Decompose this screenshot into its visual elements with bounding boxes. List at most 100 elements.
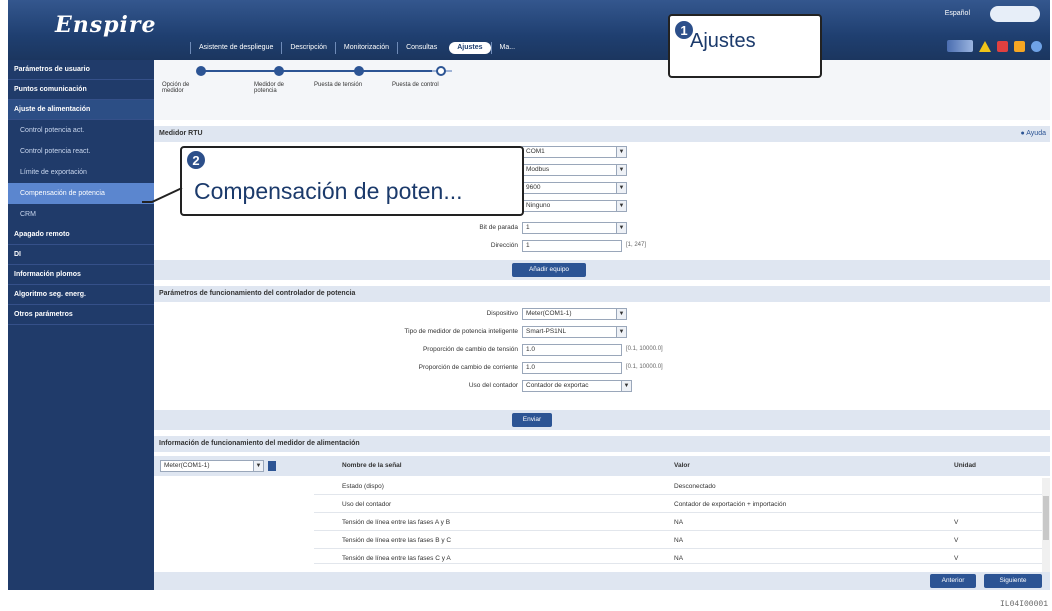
chevron-down-icon: ▼ — [616, 183, 626, 193]
submit-button[interactable]: Enviar — [512, 413, 552, 427]
language-select[interactable] — [990, 6, 1040, 22]
table-row: Tensión de línea entre las fases A y B N… — [314, 514, 1042, 531]
table-row: Estado (dispo) Desconectado — [314, 478, 1042, 495]
field-voltage-ratio-label: Proporción de cambio de tensión — [422, 346, 518, 353]
chevron-down-icon: ▼ — [616, 223, 626, 233]
callout-number-2: 2 — [186, 150, 206, 170]
field-port-select[interactable]: COM1 ▼ — [522, 146, 627, 158]
field-meter-type-label: Tipo de medidor de potencia inteligente — [404, 328, 518, 335]
step-dot-4[interactable] — [436, 66, 446, 76]
field-meter-type-value: Smart-PS1NL — [526, 328, 567, 335]
add-device-button[interactable]: Añadir equipo — [512, 263, 586, 277]
column-header-unit: Unidad — [954, 462, 977, 469]
field-address-label: Dirección — [490, 242, 518, 249]
callout-number-1: 1 — [674, 20, 694, 40]
field-protocol-select[interactable]: Modbus ▼ — [522, 164, 627, 176]
table-cell-unit: V — [954, 519, 959, 526]
table-cell-value: NA — [674, 537, 684, 544]
callout-power-compensation-text: Compensación de poten... — [194, 178, 463, 204]
meter-device-select[interactable]: Meter(COM1-1) ▼ — [160, 460, 264, 472]
field-baudrate-value: 9600 — [526, 184, 541, 191]
field-baudrate-select[interactable]: 9600 ▼ — [522, 182, 627, 194]
table-row: Uso del contador Contador de exportación… — [314, 496, 1042, 513]
callout-settings-text: Ajustes — [690, 30, 756, 52]
sidebar-item-active-power-control[interactable]: Control potencia act. — [8, 120, 154, 141]
section-meter-info-header: Información de funcionamiento del medido… — [154, 436, 1050, 452]
field-voltage-ratio-input[interactable]: 1.0 — [522, 344, 622, 356]
info-icon[interactable] — [1014, 40, 1025, 52]
column-header-signal: Nombre de la señal — [342, 462, 402, 469]
sidebar-item-reactive-power-control[interactable]: Control potencia react. — [8, 141, 154, 162]
stepper-line — [202, 70, 432, 72]
tab-overview[interactable]: Descripción — [281, 42, 335, 54]
section-rtu-title: Medidor RTU — [159, 130, 203, 137]
alarm-icon[interactable] — [997, 40, 1008, 52]
main-content: Opción de medidor Medidor de potencia Pu… — [154, 60, 1050, 590]
export-icon[interactable] — [268, 461, 276, 471]
sidebar-item-power-adjust[interactable]: Ajuste de alimentación — [8, 100, 154, 120]
table-cell-signal: Tensión de línea entre las fases B y C — [342, 537, 452, 544]
table-scrollbar-thumb[interactable] — [1043, 496, 1049, 540]
sidebar-item-remote-shutdown[interactable]: Apagado remoto — [8, 225, 154, 245]
tab-monitoring[interactable]: Monitorización — [334, 42, 397, 54]
section-controller-header: Parámetros de funcionamiento del control… — [154, 286, 1050, 302]
field-meter-usage-select[interactable]: Contador de exportac ▼ — [522, 380, 632, 392]
field-device-select[interactable]: Meter(COM1-1) ▼ — [522, 308, 627, 320]
tab-settings[interactable]: Ajustes — [449, 42, 491, 54]
sidebar-item-di[interactable]: DI — [8, 245, 154, 265]
sidebar-item-user-params[interactable]: Parámetros de usuario — [8, 60, 154, 80]
warning-icon[interactable] — [979, 40, 991, 52]
table-cell-value: Desconectado — [674, 483, 716, 490]
chevron-down-icon: ▼ — [616, 165, 626, 175]
main-nav: Asistente de despliegue Descripción Moni… — [190, 38, 690, 58]
chevron-down-icon: ▼ — [616, 327, 626, 337]
field-current-ratio-input[interactable]: 1.0 — [522, 362, 622, 374]
wizard-stepper: Opción de medidor Medidor de potencia Pu… — [154, 60, 1050, 120]
table-row: Tensión de línea entre las fases C y A N… — [314, 550, 1042, 564]
footer-actions: Anterior Siguiente — [154, 572, 1050, 590]
step-label-1: Opción de medidor — [162, 82, 190, 94]
table-scrollbar[interactable] — [1042, 478, 1050, 572]
section-rtu-actions: Añadir equipo — [154, 260, 1050, 280]
step-label-2: Medidor de potencia — [254, 82, 285, 94]
step-dot-3[interactable] — [354, 66, 364, 76]
field-stopbit-value: 1 — [526, 224, 530, 231]
tab-queries[interactable]: Consultas — [397, 42, 445, 54]
language-label: Español — [944, 10, 970, 17]
callout-power-compensation: Compensación de poten... — [180, 146, 524, 216]
next-button[interactable]: Siguiente — [984, 574, 1042, 588]
previous-button[interactable]: Anterior — [930, 574, 976, 588]
meter-device-value: Meter(COM1-1) — [164, 462, 210, 469]
field-current-ratio-hint: [0.1, 10000.0] — [626, 364, 663, 370]
sidebar-item-export-limit[interactable]: Límite de exportación — [8, 162, 154, 183]
field-parity-select[interactable]: Ninguno ▼ — [522, 200, 627, 212]
sidebar-item-power-compensation[interactable]: Compensación de potencia — [8, 183, 154, 204]
chevron-down-icon: ▼ — [616, 309, 626, 319]
table-cell-unit: V — [954, 537, 959, 544]
table-cell-signal: Tensión de línea entre las fases C y A — [342, 555, 451, 562]
sidebar-item-other-params[interactable]: Otros parámetros — [8, 305, 154, 325]
callout-pointer — [142, 187, 183, 203]
sidebar: Parámetros de usuario Puntos comunicació… — [8, 60, 154, 590]
section-rtu-header: Medidor RTU ● Ayuda — [154, 126, 1050, 142]
tab-deployment-wizard[interactable]: Asistente de despliegue — [190, 42, 281, 54]
field-address-input[interactable]: 1 — [522, 240, 622, 252]
step-label-3: Puesta de tensión — [314, 82, 363, 88]
help-link[interactable]: ● Ayuda — [1020, 126, 1046, 142]
field-meter-usage-value: Contador de exportac — [526, 382, 589, 389]
sidebar-item-crm[interactable]: CRM — [8, 204, 154, 225]
step-dot-1[interactable] — [196, 66, 206, 76]
table-row: Tensión de línea entre las fases B y C N… — [314, 532, 1042, 549]
field-device-label: Dispositivo — [486, 310, 518, 317]
field-stopbit-select[interactable]: 1 ▼ — [522, 222, 627, 234]
step-dot-2[interactable] — [274, 66, 284, 76]
sidebar-item-plumbing-info[interactable]: Información plomos — [8, 265, 154, 285]
sidebar-item-energy-algorithm[interactable]: Algoritmo seg. energ. — [8, 285, 154, 305]
sidebar-item-comm-ports[interactable]: Puntos comunicación — [8, 80, 154, 100]
help-label: Ayuda — [1026, 130, 1046, 137]
section-controller-actions: Enviar — [154, 410, 1050, 430]
tab-maintenance[interactable]: Ma... — [490, 42, 524, 54]
user-icon[interactable] — [1031, 40, 1042, 52]
field-device-value: Meter(COM1-1) — [526, 310, 572, 317]
field-meter-type-select[interactable]: Smart-PS1NL ▼ — [522, 326, 627, 338]
